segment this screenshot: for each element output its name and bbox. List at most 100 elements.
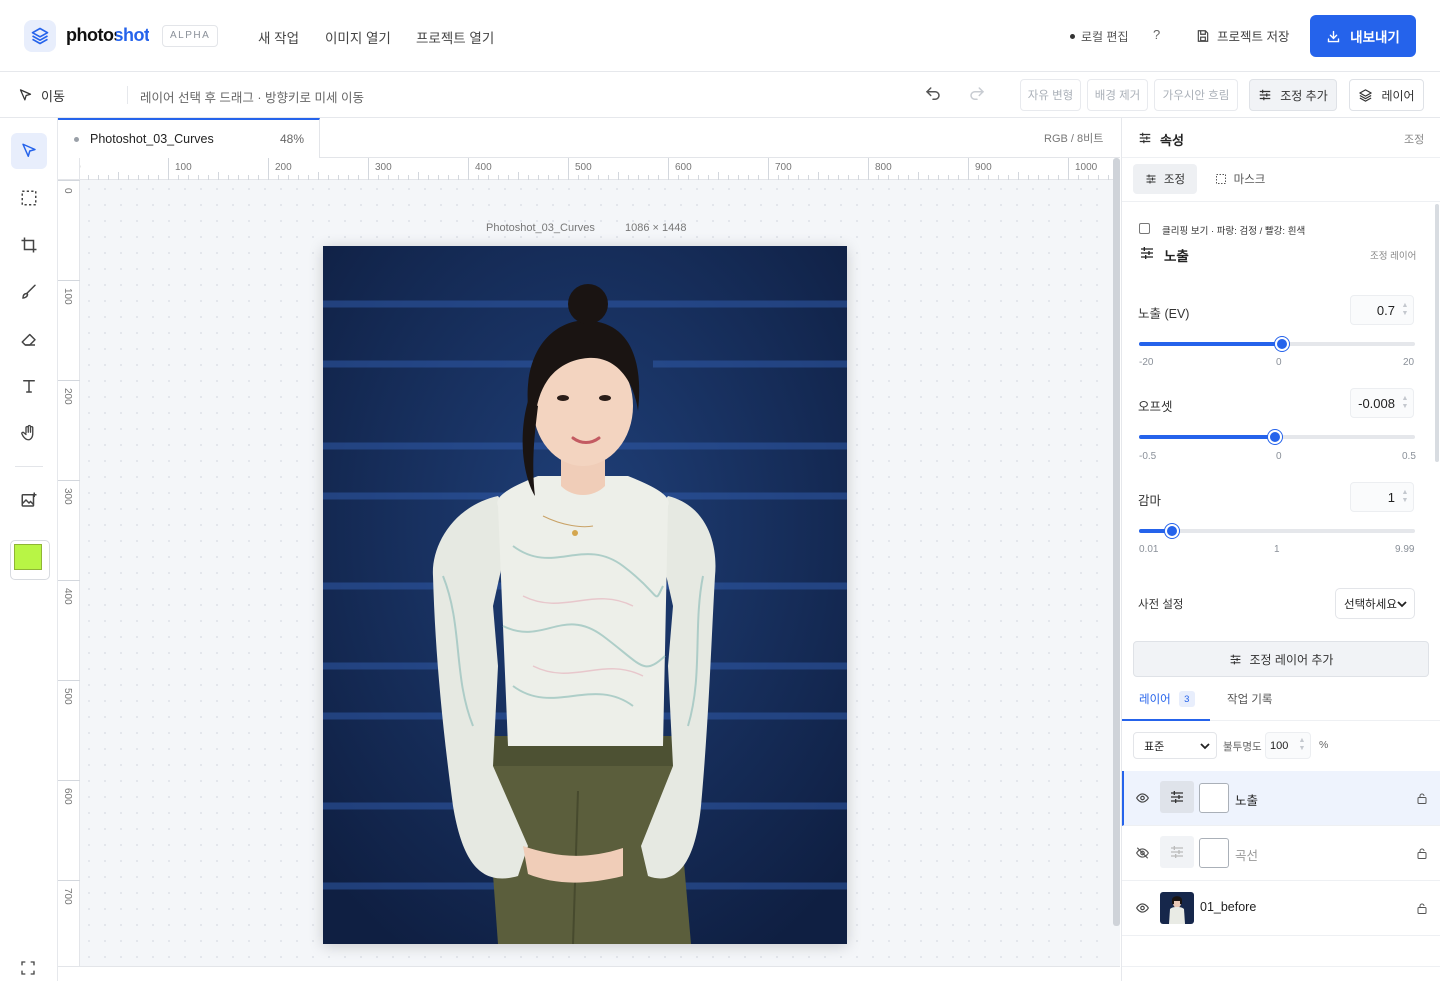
layer-count-badge: 3 <box>1178 691 1195 707</box>
spin-arrows-icon[interactable]: ▲ ▼ <box>1401 489 1409 507</box>
exposure-slider[interactable] <box>1139 337 1415 351</box>
add-adjustment-layer-button[interactable]: 조정 레이어 추가 <box>1133 641 1429 677</box>
exposure-max: 20 <box>1403 357 1415 368</box>
tab-layers[interactable]: 레이어 3 <box>1122 679 1210 721</box>
ruler-minor-tick <box>208 175 209 180</box>
gamma-slider[interactable] <box>1139 524 1415 538</box>
ruler-minor-tick <box>298 175 299 180</box>
move-tool[interactable] <box>11 133 47 169</box>
ruler-tick <box>568 158 569 180</box>
redo-button[interactable] <box>968 85 986 103</box>
ruler-minor-tick <box>978 175 979 180</box>
eye-icon[interactable] <box>1135 901 1150 915</box>
marquee-tool[interactable] <box>11 180 47 216</box>
blend-mode-select[interactable]: 표준 <box>1133 732 1217 759</box>
lock-icon[interactable] <box>1416 847 1428 860</box>
offset-slider-knob[interactable] <box>1267 430 1282 444</box>
clipping-label: 클리핑 보기 · 파랑: 검정 / 빨강: 흰색 <box>1162 226 1306 237</box>
ruler-minor-tick <box>288 175 289 180</box>
ruler-minor-tick <box>748 175 749 180</box>
fullscreen-button[interactable] <box>20 960 36 976</box>
remove-background-button[interactable]: 배경 제거 <box>1087 79 1148 111</box>
eraser-tool[interactable] <box>11 321 47 357</box>
add-adjustment-layer-label: 조정 레이어 추가 <box>1249 652 1334 667</box>
brush-icon <box>20 283 38 301</box>
offset-input[interactable]: -0.008 ▲ ▼ <box>1350 388 1414 418</box>
spin-arrows-icon[interactable]: ▲ ▼ <box>1298 737 1306 755</box>
hand-icon <box>20 424 38 442</box>
layer-image-thumbnail[interactable] <box>1160 892 1194 924</box>
gaussian-blur-button[interactable]: 가우시안 흐림 <box>1154 79 1238 111</box>
tab-adjust[interactable]: 조정 <box>1133 164 1197 194</box>
add-image-tool[interactable] <box>11 482 47 518</box>
chevron-down-icon <box>1397 600 1407 608</box>
layer-mask-thumbnail[interactable] <box>1199 783 1229 813</box>
help-button[interactable]: ? <box>1153 27 1160 42</box>
document-tab[interactable]: Photoshot_03_Curves 48% <box>58 118 320 158</box>
layer-name: 노출 <box>1235 794 1259 808</box>
layer-row-curves[interactable]: 곡선 <box>1122 826 1440 881</box>
ruler-minor-tick <box>618 172 619 180</box>
menu-open-image[interactable]: 이미지 열기 <box>325 27 391 47</box>
clipping-checkbox[interactable] <box>1139 223 1150 234</box>
vertical-scrollbar[interactable] <box>1113 158 1120 926</box>
text-tool[interactable] <box>11 368 47 404</box>
tab-mask[interactable]: 마스크 <box>1208 164 1272 194</box>
save-project-button[interactable]: 프로젝트 저장 <box>1196 26 1289 45</box>
menu-new-work[interactable]: 새 작업 <box>258 27 299 47</box>
section-title: 노출 <box>1164 249 1189 264</box>
tab-history[interactable]: 작업 기록 <box>1227 691 1273 707</box>
eye-icon[interactable] <box>1135 791 1150 805</box>
ruler-label: 600 <box>62 788 73 805</box>
exposure-slider-knob[interactable] <box>1274 337 1289 351</box>
layer-row-exposure[interactable]: 노출 <box>1122 771 1440 826</box>
panel-scrollbar[interactable] <box>1435 204 1439 462</box>
ruler-minor-tick <box>898 175 899 180</box>
export-button[interactable]: 내보내기 <box>1310 15 1416 57</box>
ruler-tick <box>268 158 269 180</box>
alpha-badge: ALPHA <box>162 25 219 47</box>
gamma-slider-knob[interactable] <box>1165 524 1180 538</box>
ruler-minor-tick <box>128 175 129 180</box>
blend-mode-value: 표준 <box>1144 740 1165 753</box>
layer-row-before[interactable]: 01_before <box>1122 881 1440 936</box>
preset-select[interactable]: 선택하세요 <box>1335 588 1415 619</box>
foreground-color-swatch[interactable] <box>14 544 42 570</box>
spin-arrows-icon[interactable]: ▲ ▼ <box>1401 395 1409 413</box>
add-adjustment-button[interactable]: 조정 추가 <box>1249 79 1337 111</box>
tool-options-bar: 이동 레이어 선택 후 드래그 · 방향키로 미세 이동 자유 변형 배경 제거… <box>0 72 1440 118</box>
eye-off-icon[interactable] <box>1135 846 1150 860</box>
ruler-tick <box>668 158 669 180</box>
crop-tool[interactable] <box>11 227 47 263</box>
app-logo[interactable] <box>24 20 56 52</box>
ruler-label: 100 <box>62 288 73 305</box>
gamma-input[interactable]: 1 ▲ ▼ <box>1350 482 1414 512</box>
ruler-minor-tick <box>178 175 179 180</box>
offset-slider[interactable] <box>1139 430 1415 444</box>
undo-button[interactable] <box>924 85 942 103</box>
ruler-minor-tick <box>658 175 659 180</box>
hand-tool[interactable] <box>11 415 47 451</box>
free-transform-button[interactable]: 자유 변형 <box>1020 79 1081 111</box>
spin-arrows-icon[interactable]: ▲ ▼ <box>1401 302 1409 320</box>
lock-icon[interactable] <box>1416 902 1428 915</box>
brush-tool[interactable] <box>11 274 47 310</box>
ruler-label: 200 <box>62 388 73 405</box>
ruler-tick <box>1068 158 1069 180</box>
layers-footer <box>1122 966 1440 981</box>
ruler-minor-tick <box>1078 175 1079 180</box>
ruler-minor-tick <box>348 175 349 180</box>
download-icon <box>1326 29 1341 44</box>
menu-open-project[interactable]: 프로젝트 열기 <box>416 27 494 47</box>
gamma-max: 9.99 <box>1395 544 1415 555</box>
opacity-input[interactable]: 100 ▲ ▼ <box>1265 732 1311 759</box>
properties-title: 속성 <box>1160 133 1184 148</box>
layer-mask-thumbnail[interactable] <box>1199 838 1229 868</box>
exposure-input[interactable]: 0.7 ▲ ▼ <box>1350 295 1414 325</box>
canvas-image[interactable] <box>323 246 847 944</box>
local-edit-status: 로컬 편집 <box>1070 28 1129 45</box>
ruler-label: 600 <box>675 162 692 173</box>
tab-layers-label: 레이어 <box>1139 694 1171 706</box>
layers-toggle-button[interactable]: 레이어 <box>1349 79 1424 111</box>
lock-icon[interactable] <box>1416 792 1428 805</box>
